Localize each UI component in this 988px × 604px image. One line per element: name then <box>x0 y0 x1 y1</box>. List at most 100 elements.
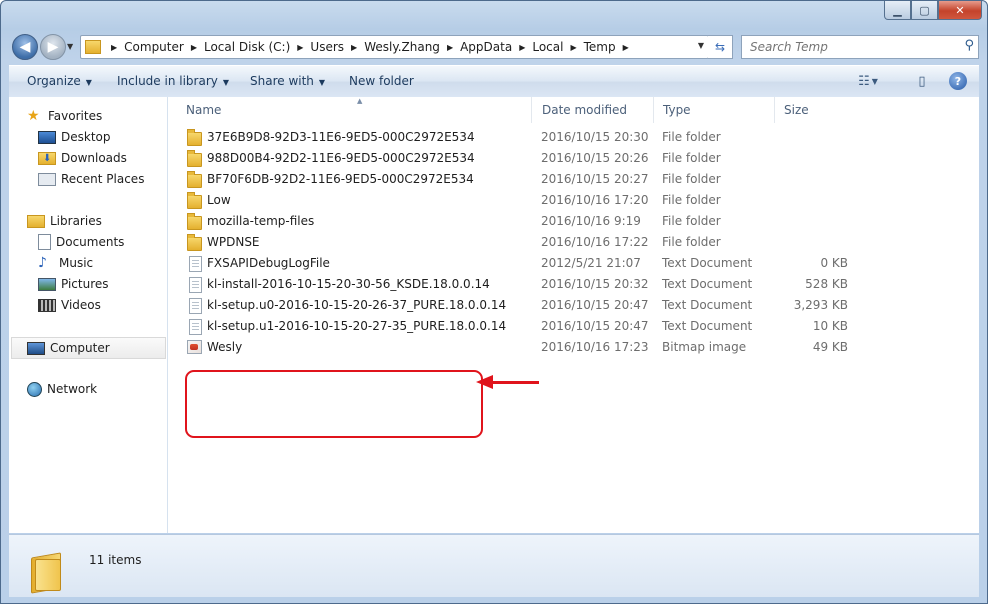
breadcrumb-separator-icon[interactable]: ▶ <box>570 43 576 52</box>
sidebar-item-documents[interactable]: Documents <box>38 232 194 252</box>
search-icon[interactable]: ⚲ <box>964 38 974 53</box>
breadcrumb-local-disk[interactable]: Local Disk (C:) <box>204 40 290 54</box>
minimize-icon: ▁ <box>893 3 902 17</box>
breadcrumb-separator-icon[interactable]: ▶ <box>447 43 453 52</box>
date-modified: 2016/10/16 17:22 <box>541 235 649 249</box>
new-folder-button[interactable]: New folder <box>349 74 414 88</box>
folder-icon <box>187 129 202 146</box>
desktop-icon <box>38 130 56 144</box>
file-size: 49 KB <box>812 340 848 354</box>
table-row[interactable]: WPDNSE 2016/10/16 17:22 File folder <box>177 232 867 253</box>
breadcrumb-users[interactable]: Users <box>310 40 344 54</box>
sidebar-item-label: Favorites <box>48 109 103 123</box>
table-row[interactable]: 37E6B9D8-92D3-11E6-9ED5-000C2972E534 2016… <box>177 127 867 148</box>
recent-places-icon <box>38 172 56 186</box>
table-row[interactable]: FXSAPIDebugLogFile 2012/5/21 21:07 Text Do… <box>177 253 867 274</box>
sidebar-item-label: Videos <box>61 298 101 312</box>
network-icon <box>27 381 42 397</box>
breadcrumb-separator-icon[interactable]: ▶ <box>519 43 525 52</box>
file-size: 3,293 KB <box>793 298 848 312</box>
breadcrumb-temp[interactable]: Temp <box>584 40 616 54</box>
column-header-name[interactable]: Name <box>177 97 532 123</box>
address-history-dropdown-icon[interactable]: ▼ <box>698 41 704 50</box>
sidebar-item-downloads[interactable]: ⬇ Downloads <box>38 148 194 168</box>
breadcrumb-separator-icon[interactable]: ▶ <box>297 43 303 52</box>
forward-arrow-icon: ▶ <box>47 39 59 55</box>
date-modified: 2016/10/15 20:32 <box>541 277 649 291</box>
sidebar-item-label: Downloads <box>61 151 127 165</box>
search-box[interactable]: ⚲ <box>741 35 979 59</box>
breadcrumb-separator-icon[interactable]: ▶ <box>111 43 117 52</box>
change-view-button[interactable]: ☷ ▼ <box>857 72 879 90</box>
table-row[interactable]: Low 2016/10/16 17:20 File folder <box>177 190 867 211</box>
sidebar-item-music[interactable]: ♪ Music <box>38 253 194 273</box>
table-row[interactable]: kl-setup.u1-2016-10-15-20-27-35_PURE.18.… <box>177 316 867 337</box>
folder-icon <box>187 213 202 230</box>
close-button[interactable]: ✕ <box>938 1 982 20</box>
sidebar-item-label: Computer <box>50 341 110 355</box>
table-row[interactable]: Wesly 2016/10/16 17:23 Bitmap image 49 KB <box>177 337 867 358</box>
sidebar-item-label: Libraries <box>50 214 102 228</box>
breadcrumb-user[interactable]: Wesly.Zhang <box>364 40 440 54</box>
sidebar-item-desktop[interactable]: Desktop <box>38 127 194 147</box>
file-name: FXSAPIDebugLogFile <box>207 256 330 270</box>
breadcrumb-appdata[interactable]: AppData <box>460 40 512 54</box>
breadcrumb-separator-icon[interactable]: ▶ <box>351 43 357 52</box>
maximize-icon: ▢ <box>919 3 930 17</box>
address-bar[interactable]: ▶ Computer ▶ Local Disk (C:) ▶ Users ▶ W… <box>80 35 709 59</box>
file-name: kl-setup.u0-2016-10-15-20-26-37_PURE.18.… <box>207 298 507 312</box>
navigation-bar: ◀ ▶ ▼ ▶ Computer ▶ Local Disk (C:) ▶ Use… <box>9 33 979 61</box>
include-in-library-button[interactable]: Include in library ▼ <box>117 74 229 88</box>
file-type: File folder <box>662 172 721 186</box>
back-button[interactable]: ◀ <box>12 34 38 60</box>
sidebar-item-libraries[interactable]: Libraries <box>27 211 183 231</box>
annotation-arrowhead-icon <box>476 375 493 389</box>
search-input[interactable] <box>748 39 952 55</box>
forward-button[interactable]: ▶ <box>40 34 66 60</box>
file-name: WPDNSE <box>207 235 260 249</box>
maximize-button[interactable]: ▢ <box>911 1 938 20</box>
sidebar-item-videos[interactable]: Videos <box>38 295 194 315</box>
preview-pane-icon: ▯ <box>918 73 926 89</box>
preview-pane-button[interactable]: ▯ <box>911 72 933 90</box>
folder-icon <box>31 551 63 594</box>
chevron-down-icon: ▼ <box>222 78 230 87</box>
folder-icon <box>187 150 202 167</box>
text-document-icon <box>189 256 202 272</box>
documents-icon <box>38 234 51 250</box>
sidebar-item-computer[interactable]: Computer <box>11 337 166 359</box>
share-with-button[interactable]: Share with ▼ <box>250 74 325 88</box>
table-row[interactable]: BF70F6DB-92D2-11E6-9ED5-000C2972E534 2016… <box>177 169 867 190</box>
breadcrumb-local[interactable]: Local <box>532 40 563 54</box>
breadcrumb-computer[interactable]: Computer <box>124 40 184 54</box>
breadcrumb-separator-icon[interactable]: ▶ <box>191 43 197 52</box>
column-header-size[interactable]: Size <box>775 97 865 123</box>
table-row[interactable]: kl-install-2016-10-15-20-30-56_KSDE.18.0… <box>177 274 867 295</box>
column-header-type[interactable]: Type <box>654 97 775 123</box>
sidebar-item-favorites[interactable]: ★ Favorites <box>27 106 183 126</box>
back-arrow-icon: ◀ <box>19 39 31 55</box>
refresh-button[interactable]: ⇆ <box>708 35 733 59</box>
minimize-button[interactable]: ▁ <box>884 1 911 20</box>
organize-button[interactable]: Organize ▼ <box>27 74 92 88</box>
recent-pages-dropdown-icon[interactable]: ▼ <box>67 42 73 51</box>
help-button[interactable]: ? <box>949 72 967 90</box>
sidebar-item-recent-places[interactable]: Recent Places <box>38 169 194 189</box>
file-name: Low <box>207 193 231 207</box>
breadcrumb-separator-icon[interactable]: ▶ <box>623 43 629 52</box>
file-type: Text Document <box>662 277 753 291</box>
file-type: Text Document <box>662 298 753 312</box>
file-type: File folder <box>662 214 721 228</box>
column-header-date-modified[interactable]: Date modified <box>533 97 654 123</box>
table-row[interactable]: kl-setup.u0-2016-10-15-20-26-37_PURE.18.… <box>177 295 867 316</box>
command-bar: Organize ▼ Include in library ▼ Share with… <box>9 65 979 98</box>
date-modified: 2016/10/15 20:30 <box>541 130 649 144</box>
sidebar-item-network[interactable]: Network <box>27 379 183 399</box>
sidebar-item-pictures[interactable]: Pictures <box>38 274 194 294</box>
explorer-window: ▁ ▢ ✕ ◀ ▶ ▼ ▶ Computer ▶ Local Disk (C:)… <box>0 0 988 604</box>
table-row[interactable]: 988D00B4-92D2-11E6-9ED5-000C2972E534 2016… <box>177 148 867 169</box>
table-row[interactable]: mozilla-temp-files 2016/10/16 9:19 File fo… <box>177 211 867 232</box>
date-modified: 2016/10/16 17:23 <box>541 340 649 354</box>
date-modified: 2016/10/15 20:47 <box>541 319 649 333</box>
refresh-icon: ⇆ <box>714 40 726 54</box>
